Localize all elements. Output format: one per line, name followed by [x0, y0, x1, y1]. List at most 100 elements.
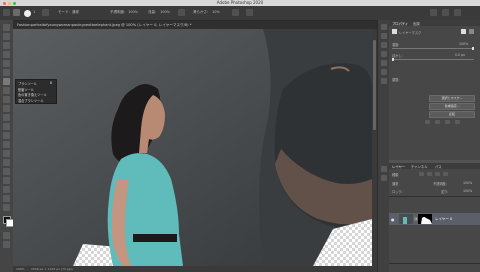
eyedropper-tool-icon[interactable] — [3, 69, 10, 76]
opacity-input[interactable]: 100% — [128, 10, 138, 14]
smoothing-input[interactable]: 10% — [212, 10, 220, 14]
healing-tool-icon[interactable] — [3, 87, 10, 94]
pixel-mask-button[interactable] — [461, 29, 466, 34]
zoom-tool-icon[interactable] — [3, 195, 10, 202]
document-tab[interactable]: Fashionportraitofyoungwomanposingnexttoe… — [13, 21, 381, 29]
blur-tool-icon[interactable] — [3, 132, 10, 139]
brush-size-value[interactable]: 1 — [33, 10, 35, 14]
share-icon[interactable] — [454, 9, 461, 16]
tab-channels[interactable]: チャンネル — [411, 164, 427, 169]
libraries-panel-icon[interactable] — [380, 42, 387, 48]
hand-tool-icon[interactable] — [3, 186, 10, 193]
filter-adjustment-icon[interactable] — [427, 172, 432, 176]
layer-row[interactable]: ● ⛓ レイヤー 0 — [389, 213, 480, 225]
brush-panel-icon[interactable] — [380, 69, 387, 75]
pixel-mask-icon[interactable] — [392, 29, 397, 34]
layers-footer-divider — [389, 263, 480, 264]
layer-mask-icon[interactable] — [418, 214, 432, 224]
path-selection-tool-icon[interactable] — [3, 168, 10, 175]
apply-mask-icon[interactable] — [435, 120, 440, 124]
paragraph-panel-icon[interactable] — [380, 78, 387, 84]
clone-stamp-tool-icon[interactable] — [3, 96, 10, 103]
load-selection-icon[interactable] — [425, 120, 430, 124]
filter-pixel-icon[interactable] — [419, 172, 424, 176]
more-tools-icon[interactable] — [3, 204, 10, 211]
layer-opacity-label: 不透明度: — [433, 182, 447, 186]
mode-select[interactable]: 通常 — [72, 10, 79, 15]
angle-icon[interactable] — [246, 9, 253, 16]
refine-label: 調整: — [392, 78, 400, 82]
move-tool-icon[interactable] — [3, 24, 10, 31]
history-brush-tool-icon[interactable] — [3, 105, 10, 112]
flow-input[interactable]: 100% — [160, 10, 170, 14]
tab-paths[interactable]: パス — [435, 164, 442, 169]
canvas-image — [13, 29, 372, 266]
brush-tip-preview[interactable] — [24, 10, 31, 17]
menu-item-color-replacement-tool[interactable]: 色の置き換えツール — [18, 92, 47, 97]
marquee-tool-icon[interactable] — [3, 33, 10, 40]
lasso-tool-icon[interactable] — [3, 42, 10, 49]
airbrush-icon[interactable] — [178, 9, 185, 16]
channels-panel-icon[interactable] — [380, 175, 387, 181]
vertical-scroll-thumb[interactable] — [373, 40, 376, 130]
layer-opacity-value[interactable]: 100% — [463, 181, 472, 185]
color-range-button[interactable]: 色域指定... — [429, 103, 475, 110]
brush-preset-icon[interactable] — [13, 9, 20, 16]
layers-divider — [389, 196, 480, 197]
status-zoom[interactable]: 100% — [16, 267, 25, 271]
layer-name[interactable]: レイヤー 0 — [435, 217, 452, 222]
feather-slider[interactable] — [392, 59, 474, 60]
pen-tool-icon[interactable] — [3, 150, 10, 157]
history-panel-icon[interactable] — [380, 24, 387, 30]
fill-value[interactable]: 100% — [463, 189, 472, 193]
brush-tool-icon[interactable] — [3, 78, 10, 85]
search-icon[interactable] — [430, 9, 437, 16]
dodge-tool-icon[interactable] — [3, 141, 10, 148]
menu-item-brush-tool[interactable]: ブラシツール — [18, 81, 37, 86]
density-slider[interactable] — [392, 48, 474, 49]
blend-mode-select[interactable]: 通常 — [392, 181, 398, 186]
invert-button[interactable]: 反転 — [429, 111, 475, 118]
quick-selection-tool-icon[interactable] — [3, 51, 10, 58]
tab-properties[interactable]: プロパティ — [392, 21, 408, 26]
shape-tool-icon[interactable] — [3, 177, 10, 184]
feather-slider-knob[interactable] — [392, 58, 394, 61]
layers-panel-icon[interactable] — [380, 166, 387, 172]
eraser-tool-icon[interactable] — [3, 114, 10, 121]
density-value[interactable]: 100% — [459, 42, 468, 46]
delete-mask-icon[interactable] — [455, 120, 460, 124]
density-label: 濃度: — [392, 43, 400, 47]
filter-shape-icon[interactable] — [443, 172, 448, 176]
gradient-tool-icon[interactable] — [3, 123, 10, 130]
tools-panel — [0, 20, 14, 272]
home-icon[interactable] — [3, 9, 10, 16]
crop-tool-icon[interactable] — [3, 60, 10, 67]
fill-label: 塗り: — [441, 190, 449, 194]
workspace-icon[interactable] — [442, 9, 449, 16]
layer-thumbnail[interactable] — [399, 214, 413, 224]
smoothing-options-icon[interactable] — [232, 9, 239, 16]
disable-mask-icon[interactable] — [445, 120, 450, 124]
type-tool-icon[interactable] — [3, 159, 10, 166]
properties-panel-icon[interactable] — [380, 33, 387, 39]
menu-item-pencil-tool[interactable]: 鉛筆ツール — [18, 87, 34, 92]
styles-panel-icon[interactable] — [380, 60, 387, 66]
document-canvas[interactable] — [13, 29, 372, 266]
filter-kind-select[interactable]: 種類 — [392, 172, 398, 177]
vector-mask-button[interactable] — [469, 29, 474, 34]
lock-label: ロック: — [392, 190, 403, 194]
smoothing-label: 滑らかさ: — [193, 10, 209, 14]
select-and-mask-button[interactable]: 選択とマスク... — [429, 95, 475, 102]
tab-layers[interactable]: レイヤー — [392, 164, 405, 169]
eye-icon[interactable]: ● — [391, 217, 395, 222]
brush-settings-icon[interactable] — [42, 9, 49, 16]
adjustments-panel-icon[interactable] — [380, 51, 387, 57]
opacity-label: 不透明度: — [110, 10, 126, 14]
quick-mask-icon[interactable] — [3, 232, 10, 239]
menu-item-mixer-brush-tool[interactable]: 混合ブラシツール — [18, 98, 43, 103]
filter-type-icon[interactable] — [435, 172, 440, 176]
tab-adjustments[interactable]: 色調 — [413, 21, 420, 26]
density-slider-knob[interactable] — [472, 47, 474, 50]
feather-value[interactable]: 0.0 px — [455, 53, 465, 57]
screen-mode-icon[interactable] — [3, 241, 10, 248]
